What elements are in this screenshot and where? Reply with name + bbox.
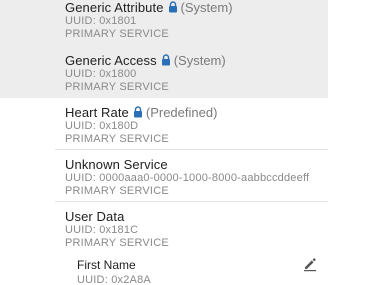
characteristic-item-first-name[interactable]: First Name UUID: 0x2A8A <box>0 258 380 285</box>
lock-icon <box>133 106 142 118</box>
service-uuid: UUID: 0x181C <box>65 224 139 236</box>
service-uuid: UUID: 0000aaa0-0000-1000-8000-aabbccddee… <box>65 172 310 184</box>
service-item-generic-access[interactable]: Generic Access (System) UUID: 0x1800 PRI… <box>0 46 328 98</box>
service-tag: (System) <box>173 52 226 68</box>
characteristic-uuid: UUID: 0x2A8A <box>77 274 151 285</box>
service-type: PRIMARY SERVICE <box>65 185 169 197</box>
service-type: PRIMARY SERVICE <box>65 133 169 145</box>
service-item-user-data[interactable]: User Data UUID: 0x181C PRIMARY SERVICE <box>0 202 328 253</box>
service-name-row: Generic Attribute (System) <box>65 0 328 15</box>
service-name-row: Generic Access (System) <box>65 52 328 68</box>
service-uuid: UUID: 0x180D <box>65 120 139 132</box>
characteristic-name: First Name <box>77 258 136 272</box>
pencil-edit-icon[interactable] <box>302 256 318 272</box>
service-item-unknown-service[interactable]: Unknown Service UUID: 0000aaa0-0000-1000… <box>0 150 328 201</box>
service-uuid: UUID: 0x1800 <box>65 68 137 80</box>
service-list: Generic Attribute (System) UUID: 0x1801 … <box>0 0 380 285</box>
service-name-row: Heart Rate (Predefined) <box>65 104 328 120</box>
lock-icon <box>161 54 170 66</box>
service-name: User Data <box>65 208 125 224</box>
service-name: Generic Access <box>65 52 157 68</box>
service-name: Generic Attribute <box>65 0 164 15</box>
service-tag: (Predefined) <box>145 104 218 120</box>
service-tag: (System) <box>180 0 233 15</box>
lock-icon <box>168 1 177 13</box>
service-item-heart-rate[interactable]: Heart Rate (Predefined) UUID: 0x180D PRI… <box>0 98 328 149</box>
service-type: PRIMARY SERVICE <box>65 237 169 249</box>
service-item-generic-attribute[interactable]: Generic Attribute (System) UUID: 0x1801 … <box>0 0 328 46</box>
service-name: Unknown Service <box>65 156 168 172</box>
service-name: Heart Rate <box>65 104 129 120</box>
service-type: PRIMARY SERVICE <box>65 81 169 93</box>
service-name-row: User Data <box>65 208 328 224</box>
service-name-row: Unknown Service <box>65 156 328 172</box>
service-uuid: UUID: 0x1801 <box>65 15 137 27</box>
service-type: PRIMARY SERVICE <box>65 28 169 40</box>
